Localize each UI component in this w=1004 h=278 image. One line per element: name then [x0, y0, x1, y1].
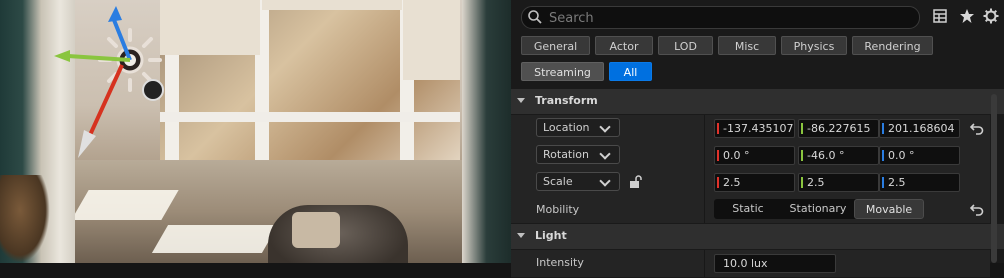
- scrollbar[interactable]: [991, 94, 997, 263]
- gizmo-x-axis: [88, 64, 124, 136]
- mobility-movable-option[interactable]: Movable: [854, 199, 924, 219]
- light-section-header[interactable]: Light: [511, 224, 1004, 249]
- filter-general[interactable]: General: [521, 36, 590, 55]
- scale-y-field[interactable]: 2.5: [798, 173, 879, 192]
- gizmo-x-arrow: [78, 130, 96, 158]
- filter-misc[interactable]: Misc: [718, 36, 776, 55]
- intensity-field[interactable]: 10.0 lux: [714, 254, 836, 273]
- pillow: [292, 212, 340, 248]
- filter-streaming[interactable]: Streaming: [521, 62, 604, 81]
- chevron-down-icon: [599, 175, 611, 187]
- star-icon[interactable]: [959, 8, 975, 24]
- scale-dropdown[interactable]: Scale: [536, 172, 620, 191]
- details-panel: General Actor LOD Misc Physics Rendering…: [511, 0, 1004, 278]
- location-row: Location -137.435107 -86.227615 201.1686…: [511, 115, 990, 143]
- search-box[interactable]: [521, 6, 920, 29]
- mobility-static-option[interactable]: Static: [714, 199, 782, 219]
- mobility-label: Mobility: [536, 203, 580, 216]
- transform-section-header[interactable]: Transform: [511, 89, 1004, 114]
- chevron-down-icon: [599, 148, 611, 160]
- curtain-right: [462, 0, 511, 263]
- level-viewport[interactable]: [0, 0, 511, 263]
- filter-actor[interactable]: Actor: [595, 36, 653, 55]
- section-title: Transform: [535, 94, 598, 107]
- mobility-row: Mobility Static Stationary Movable: [511, 196, 990, 224]
- gear-icon[interactable]: [983, 8, 999, 24]
- rotation-x-field[interactable]: 0.0 °: [714, 146, 795, 165]
- chevron-down-icon: [599, 121, 611, 133]
- location-y-field[interactable]: -86.227615: [798, 119, 879, 138]
- filter-all[interactable]: All: [609, 62, 652, 81]
- lock-open-icon[interactable]: [628, 175, 642, 189]
- reset-arrow-icon[interactable]: [970, 121, 984, 135]
- scale-z-field[interactable]: 2.5: [879, 173, 960, 192]
- filter-lod[interactable]: LOD: [658, 36, 713, 55]
- window-blind: [262, 0, 402, 10]
- section-title: Light: [535, 229, 567, 242]
- scale-x-field[interactable]: 2.5: [714, 173, 795, 192]
- search-input[interactable]: [547, 8, 911, 28]
- reset-arrow-icon[interactable]: [970, 202, 984, 216]
- intensity-row: Intensity 10.0 lux: [511, 250, 990, 278]
- transform-gizmo[interactable]: [50, 0, 180, 165]
- rotation-y-field[interactable]: -46.0 °: [798, 146, 879, 165]
- gizmo-z-arrow: [108, 6, 122, 22]
- mobility-selector: Static Stationary Movable: [714, 199, 924, 219]
- scale-row: Scale 2.5 2.5 2.5: [511, 169, 990, 197]
- window-blind: [403, 0, 460, 80]
- search-icon: [528, 10, 542, 24]
- rotation-row: Rotation 0.0 ° -46.0 ° 0.0 °: [511, 142, 990, 170]
- filter-physics[interactable]: Physics: [781, 36, 847, 55]
- gizmo-y-arrow: [54, 50, 70, 62]
- sunlight-patch: [151, 225, 279, 253]
- window-sill: [160, 112, 460, 122]
- location-x-field[interactable]: -137.435107: [714, 119, 795, 138]
- rotation-z-field[interactable]: 0.0 °: [879, 146, 960, 165]
- chevron-down-icon: [517, 98, 525, 103]
- mobility-stationary-option[interactable]: Stationary: [782, 199, 854, 219]
- sunlight-patch: [71, 190, 179, 220]
- table-icon[interactable]: [932, 8, 948, 24]
- plant: [0, 175, 50, 263]
- location-dropdown[interactable]: Location: [536, 118, 620, 137]
- rotation-dropdown[interactable]: Rotation: [536, 145, 620, 164]
- filter-rendering[interactable]: Rendering: [852, 36, 933, 55]
- location-z-field[interactable]: 201.168604: [879, 119, 960, 138]
- chevron-down-icon: [517, 233, 525, 238]
